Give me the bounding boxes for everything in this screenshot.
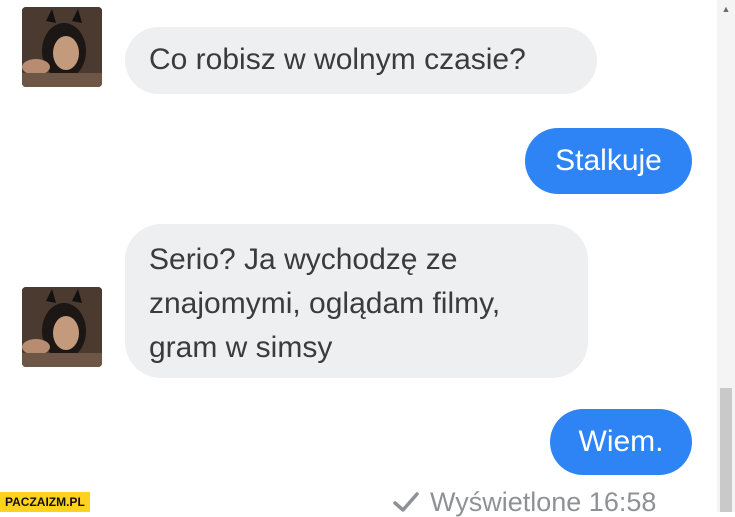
scrollbar[interactable]: ▲: [717, 0, 735, 512]
contact-avatar[interactable]: [22, 287, 102, 367]
message-bubble-incoming[interactable]: Co robisz w wolnym czasie?: [125, 27, 597, 94]
message-line: znajomymi, oglądam filmy,: [149, 287, 501, 320]
chat-conversation: Co robisz w wolnym czasie? Stalkuje Seri…: [0, 0, 717, 517]
watermark: PACZAIZM.PL: [0, 492, 90, 512]
message-line: Serio? Ja wychodzę ze: [149, 243, 458, 276]
message-bubble-outgoing[interactable]: Stalkuje: [525, 128, 692, 194]
message-bubble-incoming[interactable]: Serio? Ja wychodzę ze znajomymi, oglądam…: [125, 224, 588, 378]
seen-status: Wyświetlone 16:58: [392, 487, 656, 517]
checkmark-icon: [393, 492, 419, 512]
seen-status-text: Wyświetlone 16:58: [430, 487, 657, 517]
avatar-photo-icon: [22, 7, 102, 87]
contact-avatar[interactable]: [22, 7, 102, 87]
scrollbar-thumb[interactable]: [720, 388, 732, 512]
message-line: gram w simsy: [149, 331, 333, 364]
message-bubble-outgoing[interactable]: Wiem.: [550, 409, 692, 475]
scroll-up-arrow-icon[interactable]: ▲: [717, 0, 735, 18]
avatar-photo-icon: [22, 287, 102, 367]
